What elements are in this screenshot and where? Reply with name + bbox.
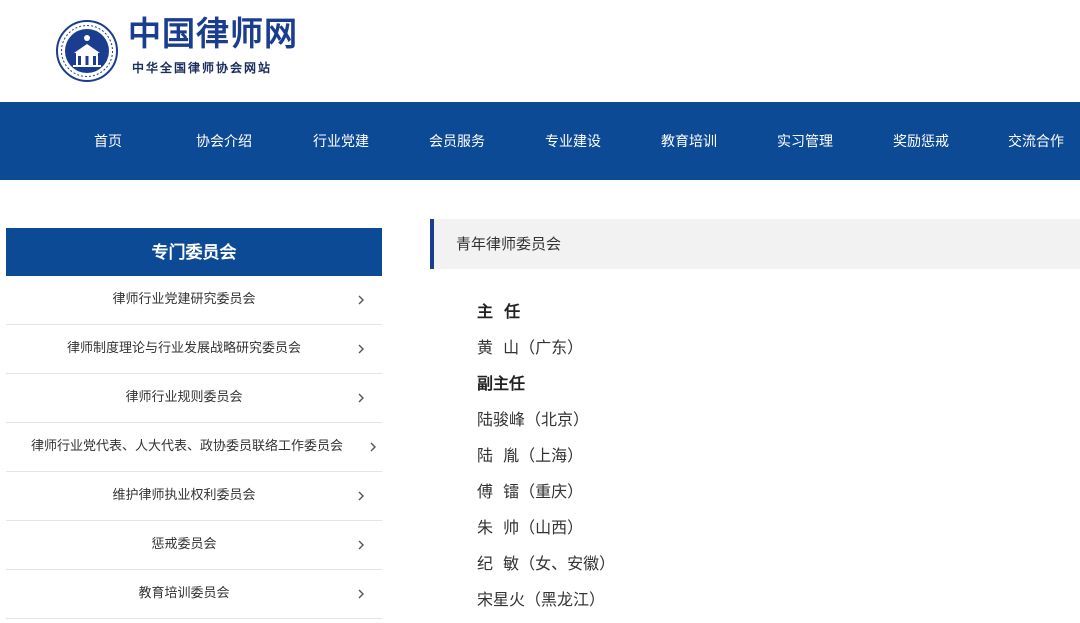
sidebar-item-training[interactable]: 教育培训委员会 <box>6 570 382 619</box>
role-heading-director: 主 任 <box>477 302 521 321</box>
member-list: 主 任 黄 山（广东） 副主任 陆骏峰（北京） 陆 胤（上海） 傅 镭（重庆） … <box>477 294 1037 618</box>
member-entry: 陆 胤（上海） <box>477 446 584 465</box>
chevron-right-icon <box>358 393 364 403</box>
member-entry: 宋星火（黑龙江） <box>477 590 606 609</box>
chevron-right-icon <box>358 344 364 354</box>
sidebar-item-liaison[interactable]: 律师行业党代表、人大代表、政协委员联络工作委员会 <box>6 423 382 472</box>
member-entry: 陆骏峰（北京） <box>477 410 590 429</box>
content-header: 青年律师委员会 <box>430 219 1080 269</box>
nav-item-about[interactable]: 协会介绍 <box>186 102 262 180</box>
nav-item-internship[interactable]: 实习管理 <box>767 102 843 180</box>
sidebar-item-label: 教育培训委员会 <box>138 586 230 601</box>
sidebar-title: 专门委员会 <box>6 228 382 276</box>
site-header: 中国律师网 中华全国律师协会网站 <box>0 0 1080 102</box>
chevron-right-icon <box>358 295 364 305</box>
member-entry: 纪 敏（女、安徽） <box>477 554 616 573</box>
sidebar-item-label: 律师行业规则委员会 <box>125 390 243 405</box>
page-title: 青年律师委员会 <box>456 235 562 253</box>
sidebar-item-label: 维护律师执业权利委员会 <box>112 488 256 503</box>
sidebar-item-label: 惩戒委员会 <box>151 537 217 552</box>
nav-item-party-building[interactable]: 行业党建 <box>303 102 379 180</box>
nav-item-professional[interactable]: 专业建设 <box>535 102 611 180</box>
nav-item-home[interactable]: 首页 <box>79 102 137 180</box>
site-subtitle: 中华全国律师协会网站 <box>132 61 273 75</box>
member-entry: 黄 山（广东） <box>477 338 584 357</box>
logo-emblem-icon[interactable] <box>56 20 118 82</box>
nav-item-rewards-discipline[interactable]: 奖励惩戒 <box>883 102 959 180</box>
sidebar: 专门委员会 律师行业党建研究委员会 律师制度理论与行业发展战略研究委员会 律师行… <box>6 228 382 619</box>
sidebar-item-discipline[interactable]: 惩戒委员会 <box>6 521 382 570</box>
chevron-right-icon <box>358 589 364 599</box>
sidebar-item-strategy-research[interactable]: 律师制度理论与行业发展战略研究委员会 <box>6 325 382 374</box>
member-entry: 朱 帅（山西） <box>477 518 584 537</box>
sidebar-item-party-research[interactable]: 律师行业党建研究委员会 <box>6 276 382 325</box>
main-nav: 首页 协会介绍 行业党建 会员服务 专业建设 教育培训 实习管理 奖励惩戒 交流… <box>0 102 1080 180</box>
sidebar-item-rights[interactable]: 维护律师执业权利委员会 <box>6 472 382 521</box>
chevron-right-icon <box>358 540 364 550</box>
sidebar-item-rules[interactable]: 律师行业规则委员会 <box>6 374 382 423</box>
role-heading-deputy-director: 副主任 <box>477 374 526 393</box>
chevron-right-icon <box>358 491 364 501</box>
nav-item-member-services[interactable]: 会员服务 <box>419 102 495 180</box>
sidebar-list: 律师行业党建研究委员会 律师制度理论与行业发展战略研究委员会 律师行业规则委员会… <box>6 276 382 623</box>
member-entry: 傅 镭（重庆） <box>477 482 584 501</box>
chevron-right-icon <box>370 442 376 452</box>
sidebar-item-label: 律师行业党建研究委员会 <box>112 292 256 307</box>
site-title[interactable]: 中国律师网 <box>128 14 298 54</box>
sidebar-item-label: 律师行业党代表、人大代表、政协委员联络工作委员会 <box>30 439 343 454</box>
nav-item-exchange[interactable]: 交流合作 <box>998 102 1074 180</box>
sidebar-item-label: 律师制度理论与行业发展战略研究委员会 <box>66 341 301 356</box>
nav-item-training[interactable]: 教育培训 <box>651 102 727 180</box>
